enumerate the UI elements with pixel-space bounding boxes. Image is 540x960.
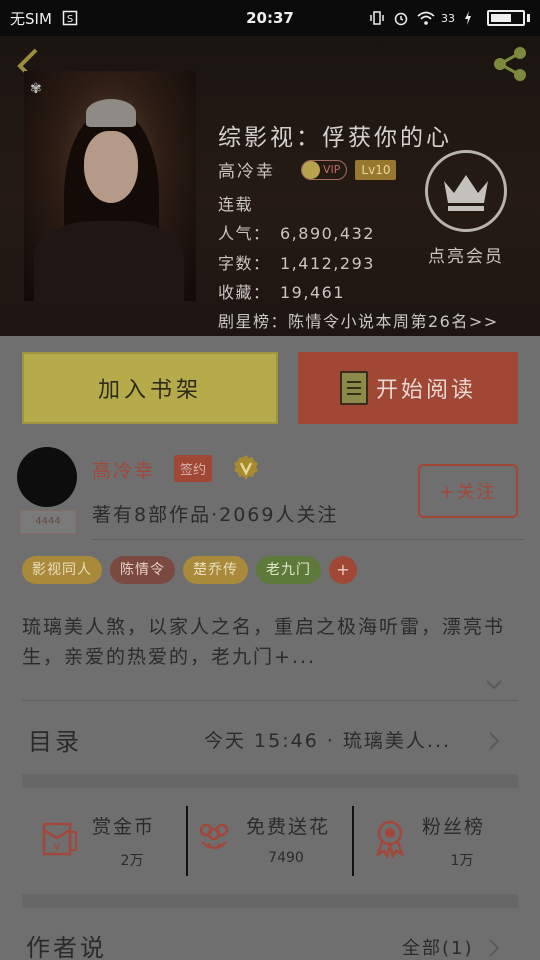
info-value: 19,461	[280, 282, 345, 302]
tag-item[interactable]: 影视同人	[22, 556, 102, 584]
author-stats: 著有8部作品·2069人关注	[92, 504, 339, 526]
vip-crown-icon	[302, 160, 320, 179]
fan-ranking-button[interactable]: 粉丝榜 1万	[370, 808, 520, 876]
author-name[interactable]: 高冷幸	[92, 456, 155, 483]
section-separator	[22, 894, 518, 908]
cover-seal-icon: ✾	[30, 81, 42, 97]
ranking-link[interactable]: 剧星榜：陈情令小说本周第26名>>	[218, 307, 499, 336]
screenshot-icon: S	[62, 10, 78, 26]
level-badge: Lv10	[355, 159, 397, 180]
info-favorites: 收藏： 19,461	[218, 278, 499, 307]
tag-list: 影视同人 陈情令 楚乔传 老九门 +	[22, 556, 357, 584]
vip-badge: VIP	[301, 159, 348, 180]
book-title: 综影视：俘获你的心	[218, 125, 452, 151]
signal-text: 33	[441, 11, 455, 25]
share-button[interactable]	[490, 44, 530, 84]
medal-icon	[370, 818, 410, 860]
avatar-tag: 4444	[20, 510, 76, 534]
send-flower-button[interactable]: 免费送花 7490	[194, 808, 344, 876]
flower-icon	[194, 818, 234, 858]
add-to-shelf-button[interactable]: 加入书架	[22, 352, 278, 424]
toc-label[interactable]: 目录	[28, 722, 82, 757]
cover-figure-crown	[86, 99, 136, 127]
wifi-icon	[417, 10, 435, 26]
vibrate-icon	[369, 10, 385, 26]
cover-figure-face	[84, 131, 138, 203]
book-author-row: 高冷幸 VIP Lv10	[218, 157, 397, 182]
view-all-remarks-link[interactable]: 全部(1)	[402, 934, 474, 960]
author-avatar[interactable]	[17, 447, 77, 507]
crown-icon	[425, 150, 507, 232]
follow-button[interactable]: +关注	[418, 464, 518, 518]
charging-icon	[463, 10, 479, 26]
verified-icon	[232, 454, 260, 482]
carrier-label: 无SIM	[10, 9, 52, 28]
stat-divider	[352, 806, 354, 876]
stat-title: 免费送花	[246, 816, 331, 838]
status-bar: 无SIM S 20:37 33	[0, 0, 540, 36]
book-author-name[interactable]: 高冷幸	[218, 157, 275, 182]
divider	[22, 700, 518, 701]
divider	[92, 539, 524, 540]
vip-badge-label: VIP	[323, 163, 341, 176]
stat-title: 粉丝榜	[422, 816, 486, 838]
cover-figure-robe	[34, 221, 184, 301]
signed-badge: 签约	[174, 455, 213, 482]
share-icon	[494, 47, 526, 81]
stat-divider	[186, 806, 188, 876]
activate-vip-button[interactable]: 点亮会员	[420, 150, 512, 267]
activate-vip-label: 点亮会员	[428, 247, 504, 267]
chevron-right-icon[interactable]	[488, 938, 500, 958]
chevron-down-icon[interactable]	[485, 676, 503, 690]
battery-icon	[487, 10, 525, 26]
stat-value: 2万	[120, 853, 144, 869]
chevron-right-icon[interactable]	[488, 731, 500, 751]
stat-value: 1万	[450, 853, 474, 869]
info-label: 收藏：	[218, 282, 271, 302]
start-reading-label: 开始阅读	[375, 378, 476, 403]
more-tags-button[interactable]: +	[329, 556, 357, 584]
stat-value: 7490	[268, 850, 304, 866]
book-cover-image[interactable]: ✾	[24, 71, 196, 301]
section-separator	[22, 774, 518, 788]
start-reading-button[interactable]: 开始阅读	[298, 352, 518, 424]
svg-text:S: S	[67, 14, 73, 25]
status-icons: 33	[369, 10, 530, 26]
battery-cap	[527, 14, 530, 22]
info-value: 6,890,432	[280, 224, 375, 244]
tag-item[interactable]: 陈情令	[110, 556, 175, 584]
latest-chapter[interactable]: 今天 15:46 · 琉璃美人...	[204, 726, 451, 753]
book-synopsis[interactable]: 琉璃美人煞，以家人之名，重启之极海听雷，漂亮书生，亲爱的热爱的，老九门+...	[22, 612, 518, 672]
info-label: 人气：	[218, 224, 271, 244]
tag-item[interactable]: 楚乔传	[183, 556, 248, 584]
info-label: 字数：	[218, 253, 271, 273]
stat-title: 赏金币	[92, 816, 156, 838]
alarm-icon	[393, 10, 409, 26]
info-value: 1,412,293	[280, 253, 375, 273]
tip-coins-button[interactable]: ¥ 赏金币 2万	[40, 808, 190, 876]
tag-item[interactable]: 老九门	[256, 556, 321, 584]
red-envelope-icon: ¥	[40, 818, 80, 858]
author-remarks-label[interactable]: 作者说	[26, 928, 107, 960]
svg-text:¥: ¥	[54, 841, 61, 854]
book-icon	[339, 371, 368, 405]
